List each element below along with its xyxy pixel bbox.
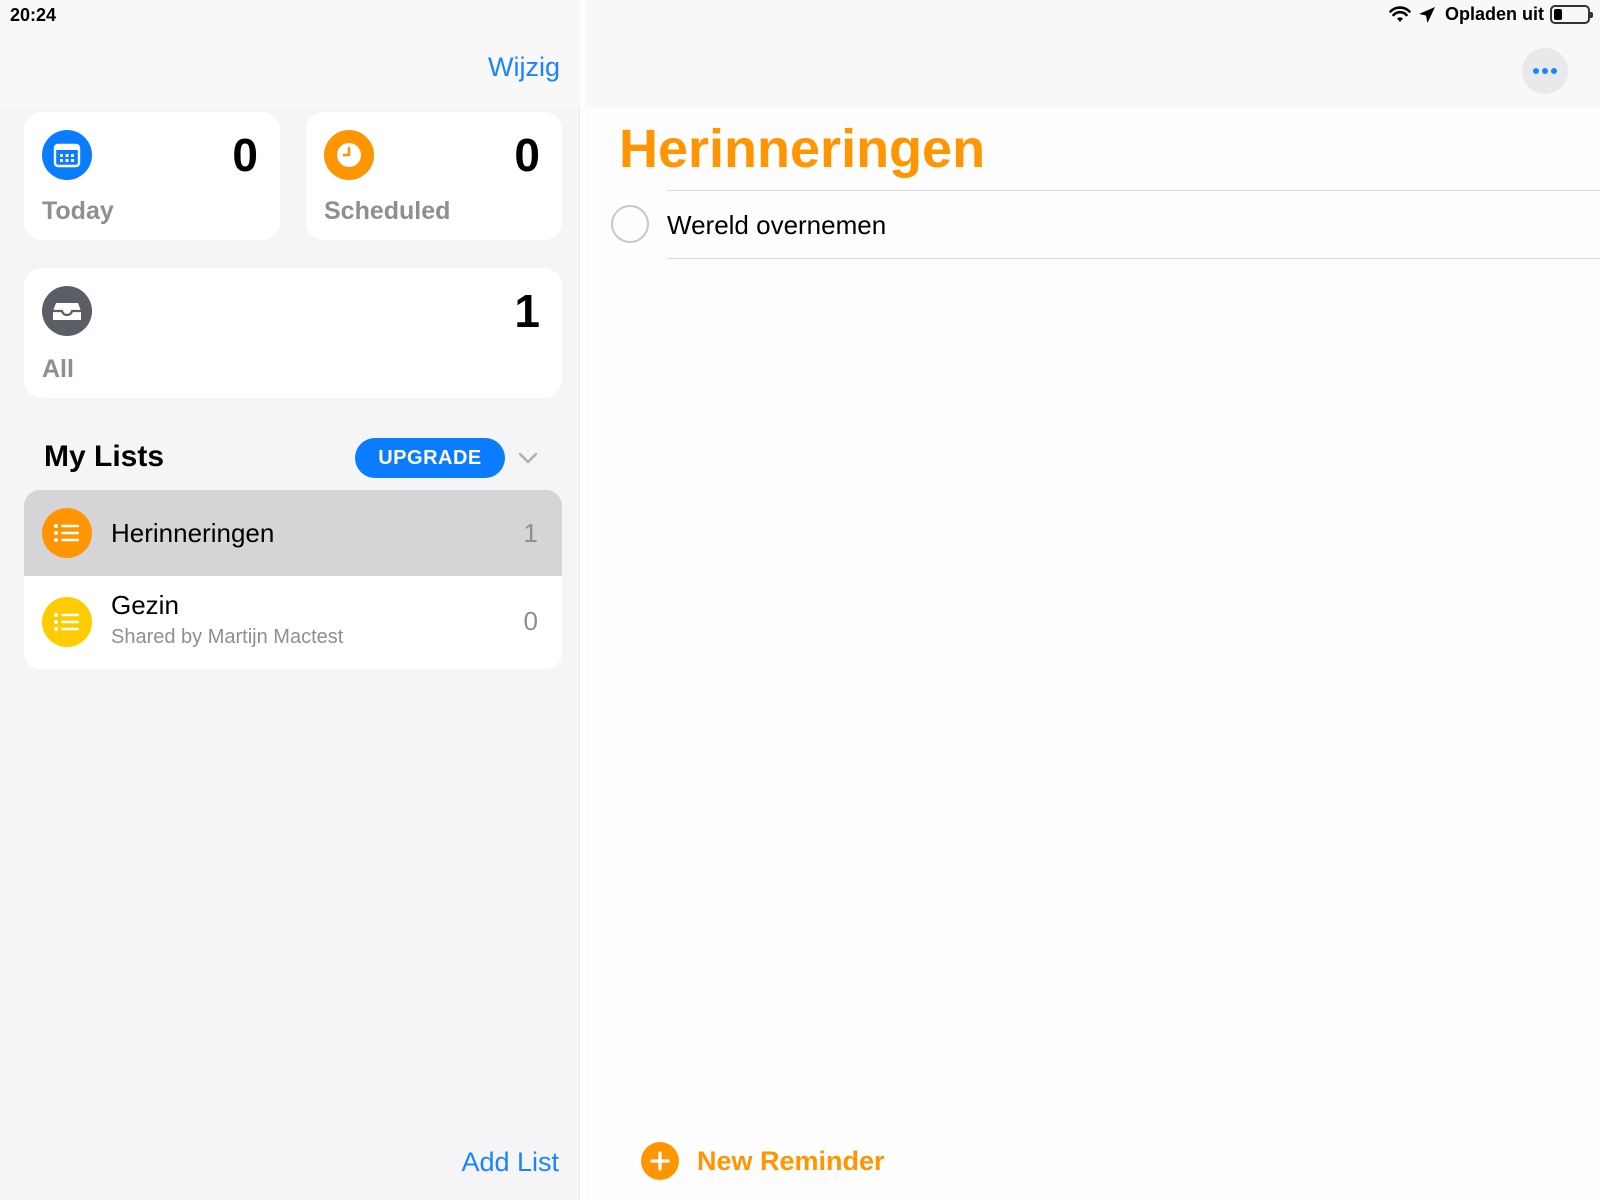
my-lists: Herinneringen 1 Gezin Shared by Martijn …: [24, 490, 562, 669]
smart-list-label: All: [42, 355, 74, 383]
plus-icon: [641, 1142, 679, 1180]
smart-list-count: 0: [232, 129, 258, 181]
list-count: 0: [523, 606, 538, 636]
add-list-button[interactable]: Add List: [461, 1147, 559, 1178]
smart-list-today[interactable]: 0 Today: [24, 112, 280, 240]
status-bar: 20:24 Opladen uit: [0, 0, 1600, 30]
calendar-icon: [42, 130, 92, 180]
chevron-down-icon[interactable]: [516, 446, 540, 470]
charging-status: Opladen uit: [1445, 4, 1544, 24]
list-count: 1: [523, 518, 538, 548]
clock-icon: [324, 130, 374, 180]
smart-list-count: 0: [514, 129, 540, 181]
upgrade-button[interactable]: UPGRADE: [355, 438, 505, 478]
divider: [667, 258, 1600, 259]
divider: [667, 190, 1600, 191]
smart-list-label: Scheduled: [324, 197, 451, 225]
list-bullet-icon: [42, 508, 92, 558]
smart-list-all[interactable]: 1 All: [24, 268, 562, 398]
status-time: 20:24: [10, 5, 57, 25]
new-reminder-button[interactable]: New Reminder: [641, 1142, 885, 1180]
reminder-title[interactable]: Wereld overnemen: [667, 210, 886, 241]
smart-list-label: Today: [42, 197, 114, 225]
location-arrow-icon: [1417, 6, 1439, 24]
list-item-gezin[interactable]: Gezin Shared by Martijn Mactest 0: [24, 576, 562, 669]
reminders-detail: Herinneringen Wereld overnemen New Remin…: [585, 0, 1600, 1200]
edit-button[interactable]: Wijzig: [488, 52, 560, 83]
smart-list-count: 1: [514, 285, 540, 337]
list-shared-by: Shared by Martijn Mactest: [111, 626, 344, 648]
new-reminder-label: New Reminder: [697, 1145, 885, 1176]
battery-icon: [1550, 5, 1593, 24]
list-name: Herinneringen: [111, 518, 275, 548]
smart-list-scheduled[interactable]: 0 Scheduled: [306, 112, 562, 240]
status-indicators: Opladen uit: [1389, 4, 1593, 25]
sidebar: Wijzig 0 Today 0 Scheduled 1 All My List…: [0, 0, 580, 1200]
list-item-herinneringen[interactable]: Herinneringen 1: [24, 490, 562, 576]
list-bullet-icon: [42, 597, 92, 647]
list-name: Gezin: [111, 590, 179, 620]
tray-icon: [42, 286, 92, 336]
wifi-icon: [1389, 5, 1411, 24]
more-button[interactable]: [1522, 48, 1568, 94]
ellipsis-icon: [1533, 68, 1557, 74]
reminder-item[interactable]: Wereld overnemen: [585, 192, 1600, 258]
list-title: Herinneringen: [619, 119, 986, 179]
reminder-checkbox[interactable]: [611, 205, 649, 243]
my-lists-heading: My Lists: [44, 440, 165, 473]
